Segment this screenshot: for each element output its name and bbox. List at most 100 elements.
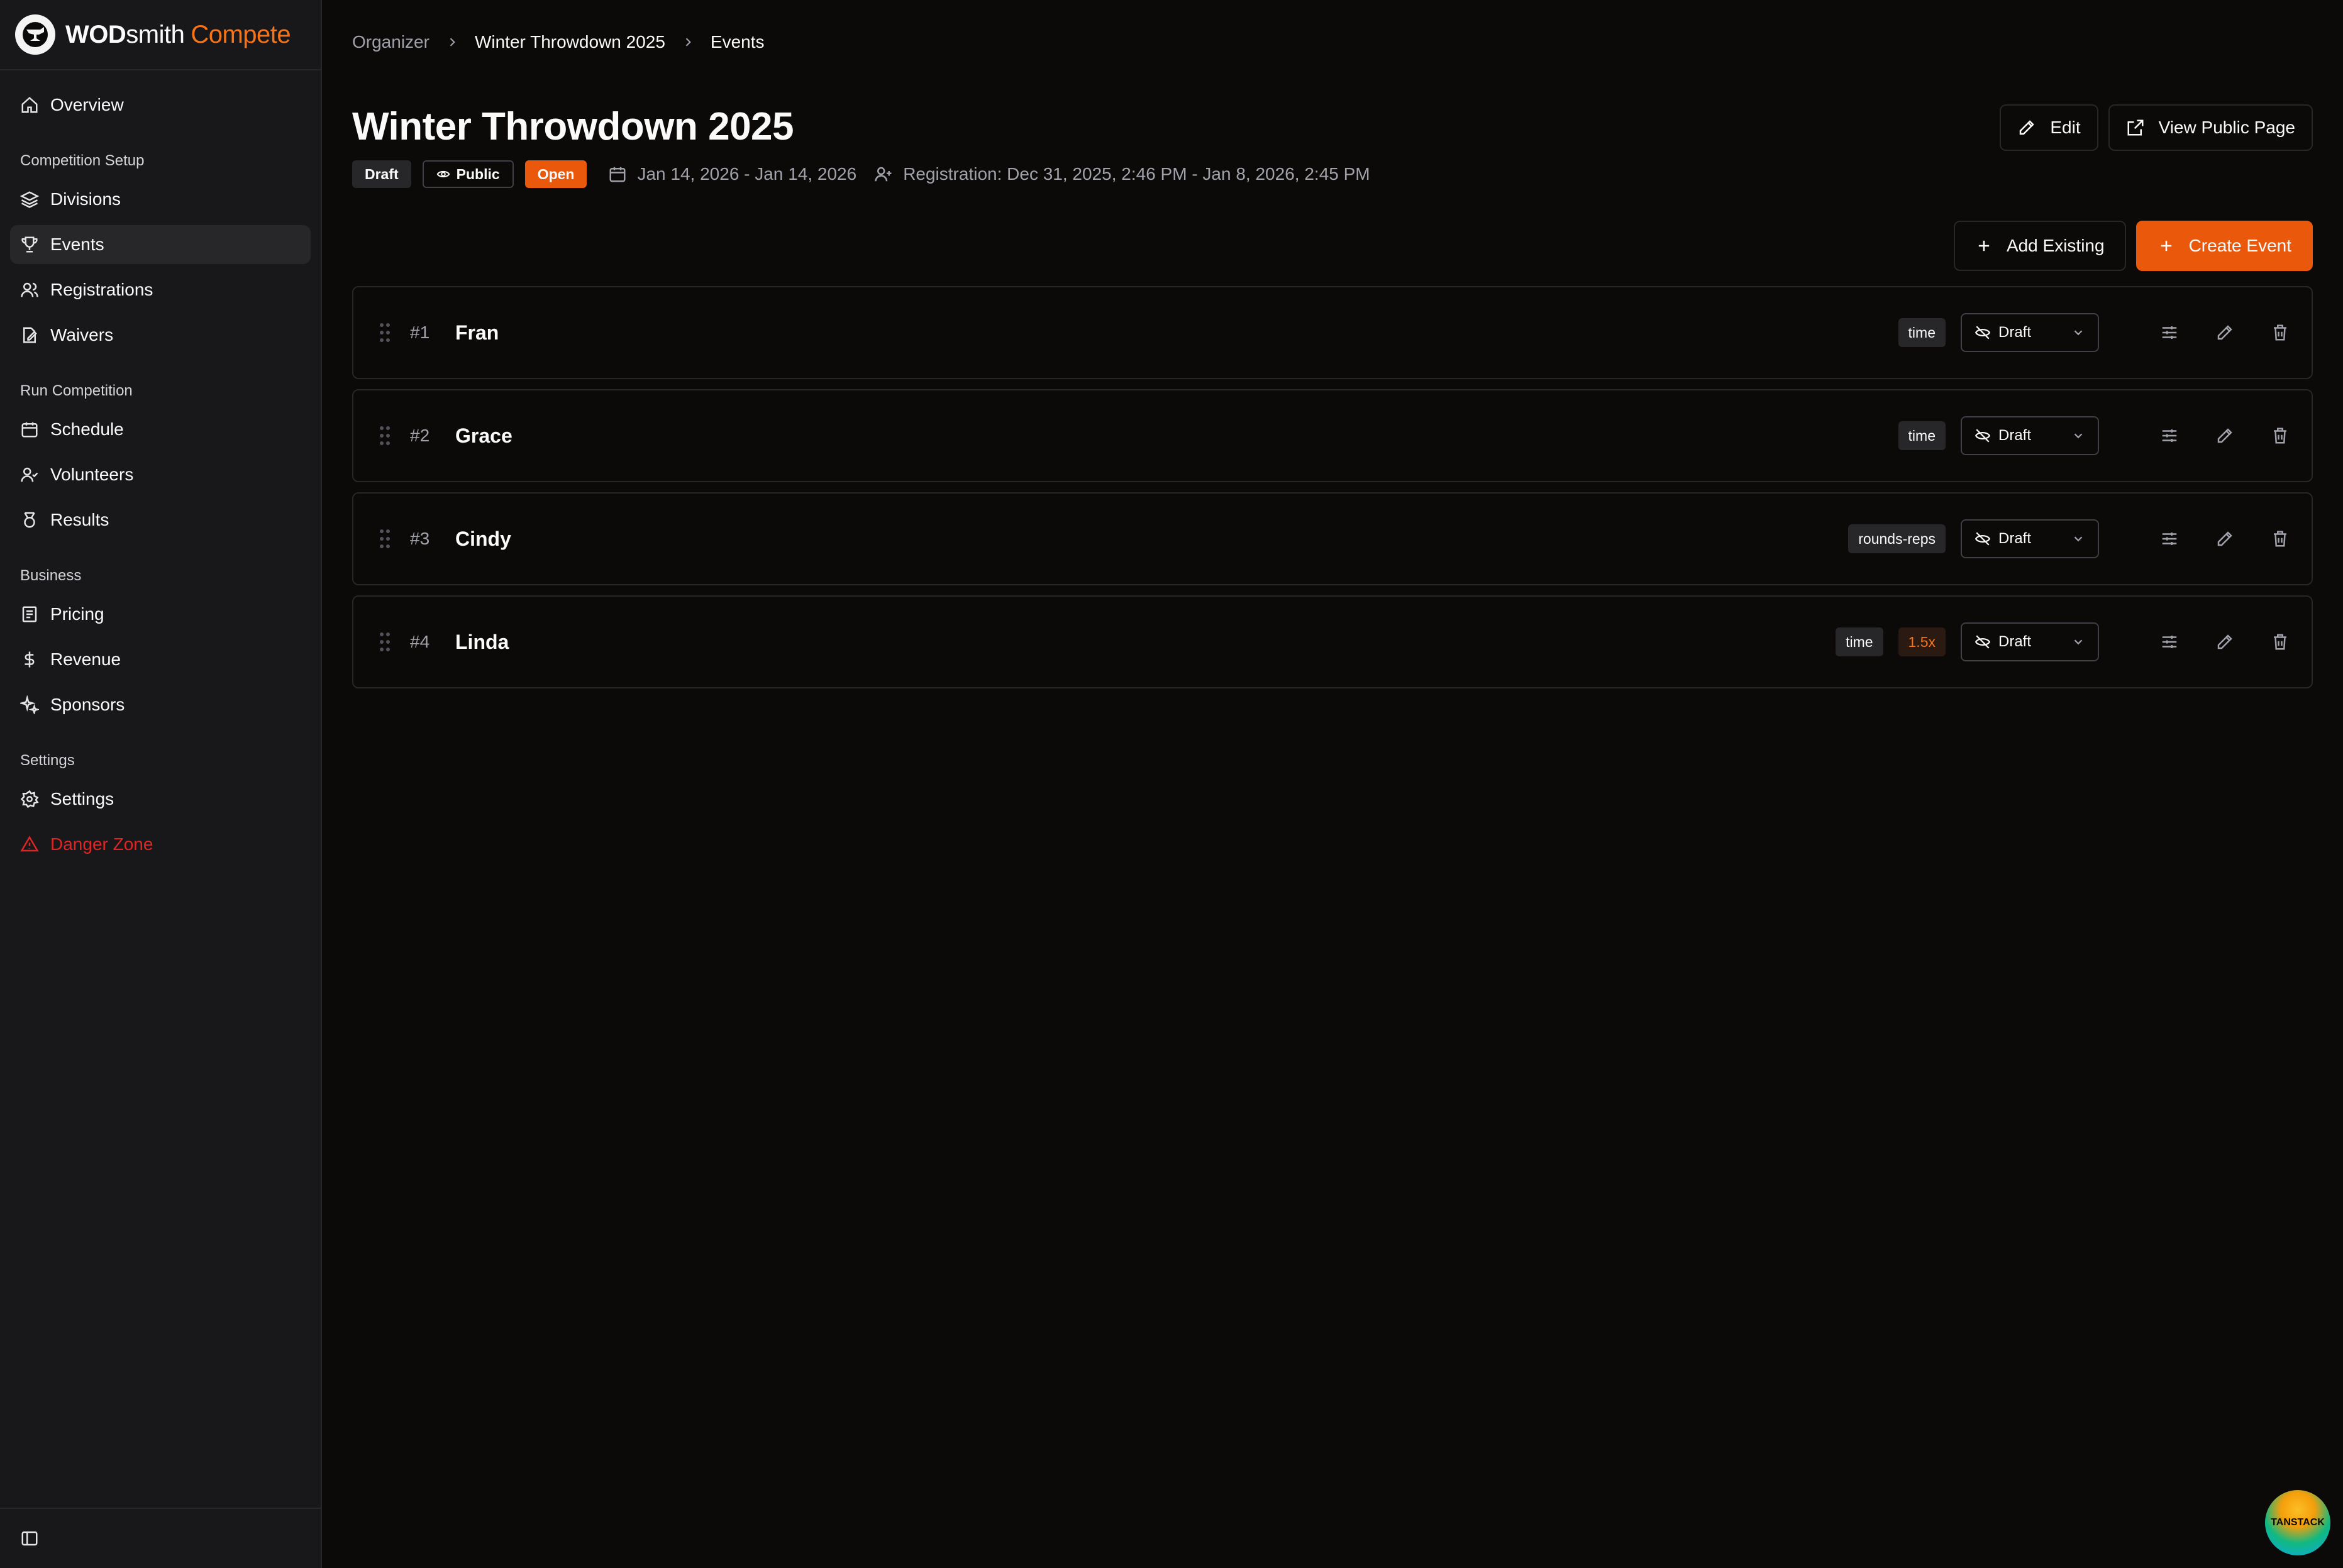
layers-icon <box>20 190 39 209</box>
sidebar-item-label: Waivers <box>50 325 114 345</box>
breadcrumb-organizer[interactable]: Organizer <box>352 32 429 52</box>
sliders-icon[interactable] <box>2156 319 2183 346</box>
sliders-icon[interactable] <box>2156 525 2183 553</box>
sidebar-item-overview[interactable]: Overview <box>10 86 311 124</box>
edit-event-pencil-icon[interactable] <box>2211 422 2239 450</box>
drag-handle-icon[interactable] <box>379 425 391 446</box>
sidebar-item-sponsors[interactable]: Sponsors <box>10 685 311 724</box>
sidebar-item-settings[interactable]: Settings <box>10 780 311 819</box>
view-public-label: View Public Page <box>2158 118 2295 137</box>
sidebar-item-results[interactable]: Results <box>10 500 311 539</box>
sidebar-item-label: Revenue <box>50 649 121 669</box>
chevron-down-icon <box>2074 536 2083 542</box>
edit-event-pencil-icon[interactable] <box>2211 319 2239 346</box>
page-title: Winter Throwdown 2025 <box>352 105 794 148</box>
sliders-icon[interactable] <box>2156 422 2183 450</box>
status-select[interactable]: Draft <box>1961 416 2099 455</box>
sidebar-nav: Overview Competition Setup Divisions Eve… <box>0 70 321 870</box>
brand-name-bold: WOD <box>65 20 126 48</box>
sidebar-item-events[interactable]: Events <box>10 225 311 264</box>
user-plus-icon <box>875 167 892 182</box>
drag-handle-icon[interactable] <box>379 322 391 343</box>
delete-trash-icon[interactable] <box>2266 319 2294 346</box>
status-badge-draft: Draft <box>352 160 411 188</box>
external-link-icon <box>2127 119 2144 136</box>
plus-icon <box>1978 240 1990 251</box>
breadcrumb-competition[interactable]: Winter Throwdown 2025 <box>475 32 665 52</box>
sidebar-item-pricing[interactable]: Pricing <box>10 595 311 634</box>
sidebar-item-revenue[interactable]: Revenue <box>10 640 311 679</box>
delete-trash-icon[interactable] <box>2266 525 2294 553</box>
sidebar-item-divisions[interactable]: Divisions <box>10 180 311 219</box>
status-select[interactable]: Draft <box>1961 519 2099 558</box>
scheme-tag: rounds-reps <box>1848 524 1946 553</box>
create-event-button[interactable]: Create Event <box>2135 221 2313 271</box>
drag-handle-icon[interactable] <box>379 528 391 549</box>
scheme-tag: time <box>1898 421 1946 450</box>
edit-event-pencil-icon[interactable] <box>2211 525 2239 553</box>
events-list: #1 Fran time Draft #2 Grace time Draft #… <box>352 286 2313 688</box>
event-name[interactable]: Grace <box>455 424 1898 448</box>
edit-event-pencil-icon[interactable] <box>2211 628 2239 656</box>
registration-window: Registration: Dec 31, 2025, 2:46 PM - Ja… <box>874 164 1370 184</box>
sidebar-item-danger-zone[interactable]: Danger Zone <box>10 825 311 864</box>
sidebar-item-schedule[interactable]: Schedule <box>10 410 311 449</box>
create-event-label: Create Event <box>2188 236 2291 255</box>
sidebar-item-waivers[interactable]: Waivers <box>10 316 311 355</box>
drag-handle-icon[interactable] <box>379 631 391 653</box>
sidebar-item-label: Results <box>50 510 109 529</box>
scheme-tag: time <box>1836 627 1883 656</box>
sidebar-item-registrations[interactable]: Registrations <box>10 270 311 309</box>
brand[interactable]: WODsmith Compete <box>0 0 321 70</box>
sidebar-item-label: Sponsors <box>50 695 125 714</box>
sidebar-item-label: Events <box>50 235 104 254</box>
sparkles-icon <box>20 695 39 714</box>
tanstack-label: TANSTACK <box>2271 1517 2325 1528</box>
user-check-icon <box>20 465 39 484</box>
status-value: Draft <box>1998 324 2032 341</box>
delete-trash-icon[interactable] <box>2266 628 2294 656</box>
section-run-competition: Run Competition <box>20 382 133 399</box>
receipt-icon <box>20 605 39 624</box>
event-row: #2 Grace time Draft <box>352 389 2313 482</box>
add-existing-button[interactable]: Add Existing <box>1953 221 2126 271</box>
users-icon <box>20 280 39 299</box>
pencil-icon <box>2020 120 2035 135</box>
file-pen-icon <box>20 326 39 345</box>
gear-icon <box>20 790 39 809</box>
sidebar-item-label: Settings <box>50 789 114 809</box>
sidebar-item-volunteers[interactable]: Volunteers <box>10 455 311 494</box>
main-content: Organizer Winter Throwdown 2025 Events W… <box>322 0 2343 1568</box>
delete-trash-icon[interactable] <box>2266 422 2294 450</box>
event-name[interactable]: Linda <box>455 631 1836 654</box>
medal-icon <box>20 511 39 529</box>
tanstack-devtools-badge[interactable]: TANSTACK <box>2265 1490 2330 1555</box>
event-name[interactable]: Cindy <box>455 527 1848 551</box>
event-row: #4 Linda time 1.5x Draft <box>352 595 2313 688</box>
eye-icon <box>436 170 450 178</box>
status-value: Draft <box>1998 633 2032 650</box>
sidebar-item-label: Schedule <box>50 419 124 439</box>
chevron-right-icon <box>682 36 694 48</box>
event-name[interactable]: Fran <box>455 321 1898 345</box>
edit-label: Edit <box>2050 118 2081 137</box>
chevron-right-icon <box>446 36 458 48</box>
edit-button[interactable]: Edit <box>2000 104 2098 151</box>
status-select[interactable]: Draft <box>1961 313 2099 352</box>
sidebar-item-label: Danger Zone <box>50 834 153 854</box>
brand-name: WODsmith Compete <box>65 21 291 49</box>
eye-off-icon <box>1975 532 1991 546</box>
brand-name-light: smith <box>126 20 185 48</box>
panel-toggle-icon[interactable] <box>20 1529 39 1548</box>
view-public-page-button[interactable]: View Public Page <box>2108 104 2313 151</box>
sidebar-item-label: Volunteers <box>50 465 134 484</box>
chevron-down-icon <box>2074 433 2083 439</box>
competition-dates: Jan 14, 2026 - Jan 14, 2026 <box>608 164 856 184</box>
sidebar-item-label: Pricing <box>50 604 104 624</box>
sidebar: WODsmith Compete Overview Competition Set… <box>0 0 322 1568</box>
sidebar-item-label: Registrations <box>50 280 153 299</box>
competition-meta: Draft Public Open Jan 14, 2026 - Jan 14,… <box>352 160 1378 188</box>
chevron-down-icon <box>2074 330 2083 336</box>
status-select[interactable]: Draft <box>1961 622 2099 661</box>
sliders-icon[interactable] <box>2156 628 2183 656</box>
